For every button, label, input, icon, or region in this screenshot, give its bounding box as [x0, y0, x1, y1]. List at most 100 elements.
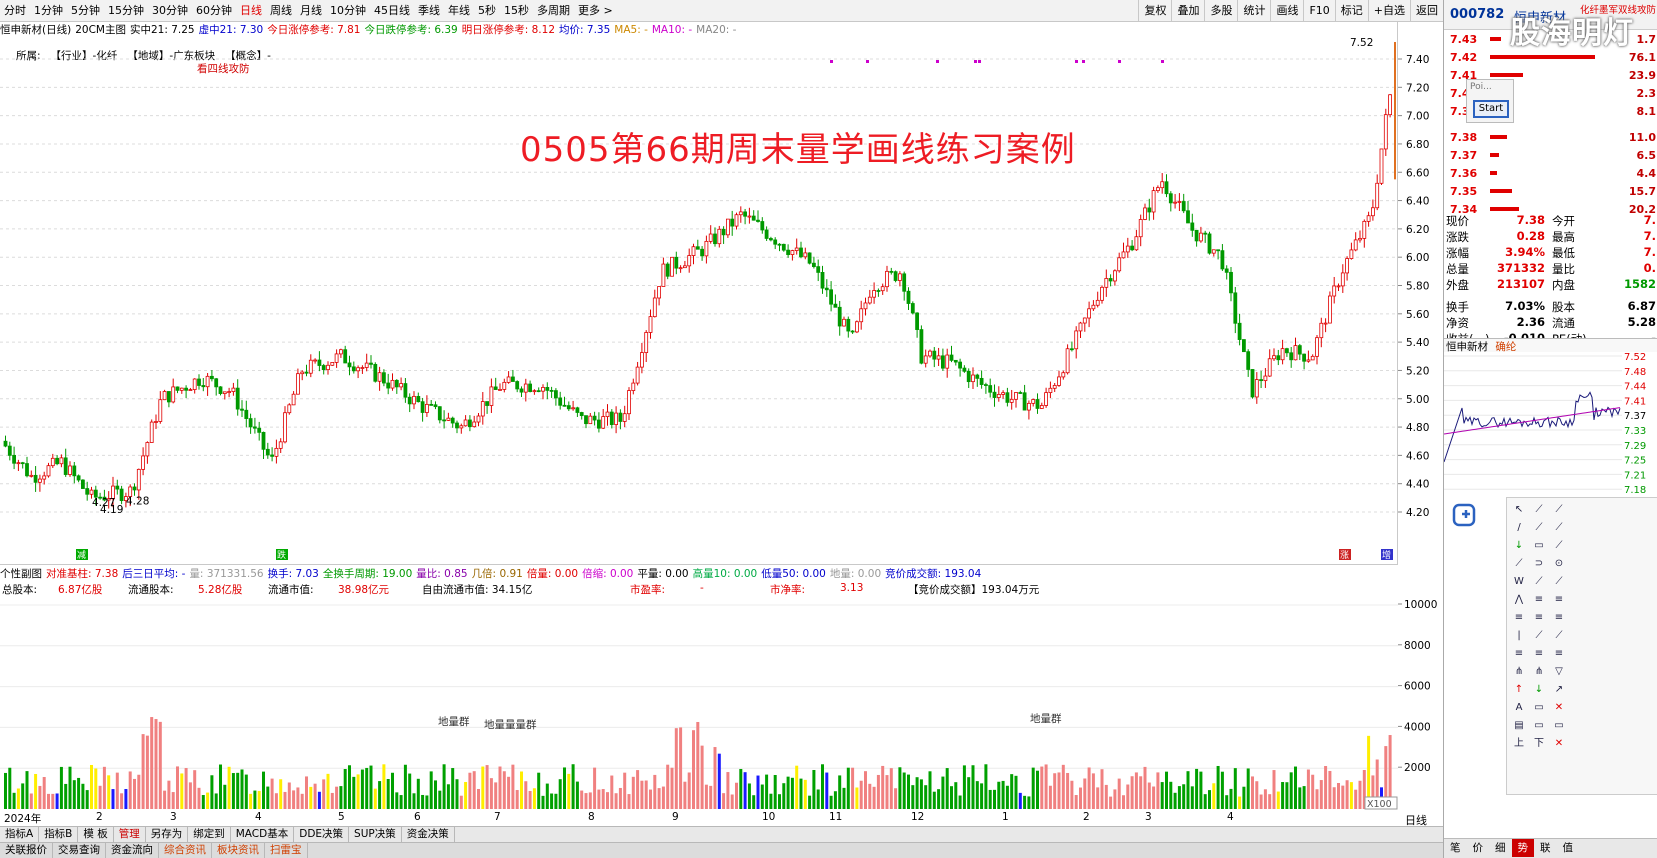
- toolbar-button-3[interactable]: 统计: [1237, 0, 1270, 22]
- drawing-tool-icon[interactable]: ⟋: [1513, 558, 1525, 570]
- drawing-tool-icon[interactable]: ↗: [1553, 684, 1565, 696]
- indicator-tab-0[interactable]: 指标A: [0, 827, 40, 842]
- drawing-tool-icon[interactable]: ≡: [1513, 612, 1525, 624]
- drawing-tool-icon[interactable]: W: [1513, 576, 1525, 588]
- drawing-tool-icon[interactable]: ≡: [1533, 612, 1545, 624]
- drawing-tool-icon[interactable]: ⋔: [1513, 666, 1525, 678]
- drawing-tool-icon[interactable]: ▭: [1553, 720, 1565, 732]
- candle: [1173, 194, 1177, 209]
- drawing-tool-icon[interactable]: ≡: [1553, 612, 1565, 624]
- drawing-tool-icon[interactable]: ≡: [1553, 594, 1565, 606]
- volume-chart[interactable]: 地量群 地量量量群 地量群 X100: [0, 565, 1398, 812]
- drawing-tool-icon[interactable]: ↑: [1513, 684, 1525, 696]
- period-tab-15[interactable]: 多周期: [533, 0, 574, 22]
- info-tab-3[interactable]: 综合资讯: [159, 843, 212, 858]
- indicator-tab-7[interactable]: DDE决策: [294, 827, 350, 842]
- drawing-tool-icon[interactable]: ⟋: [1533, 522, 1545, 534]
- period-tab-9[interactable]: 10分钟: [326, 0, 370, 22]
- period-tab-1[interactable]: 1分钟: [30, 0, 67, 22]
- drawing-tool-icon[interactable]: ⟋: [1553, 630, 1565, 642]
- period-tab-5[interactable]: 60分钟: [192, 0, 236, 22]
- toolbar-button-5[interactable]: F10: [1303, 0, 1334, 22]
- period-tab-11[interactable]: 季线: [414, 0, 444, 22]
- toolbar-button-0[interactable]: 复权: [1138, 0, 1171, 22]
- start-button[interactable]: Start: [1473, 100, 1509, 118]
- toolbar-button-8[interactable]: 返回: [1410, 0, 1443, 22]
- quote-tab-3[interactable]: 势: [1511, 839, 1534, 857]
- period-tab-8[interactable]: 月线: [296, 0, 326, 22]
- period-tab-12[interactable]: 年线: [444, 0, 474, 22]
- period-tab-6[interactable]: 日线: [236, 0, 266, 22]
- period-tab-2[interactable]: 5分钟: [67, 0, 104, 22]
- volume-bar: [51, 793, 55, 809]
- period-tab-16[interactable]: 更多 >: [574, 0, 617, 22]
- period-tab-14[interactable]: 15秒: [500, 0, 533, 22]
- drawing-tool-icon[interactable]: ⟋: [1533, 576, 1545, 588]
- drawing-tool-icon[interactable]: ▭: [1533, 720, 1545, 732]
- drawing-tool-icon[interactable]: ⟋: [1553, 504, 1565, 516]
- drawing-tool-icon[interactable]: ▭: [1533, 540, 1545, 552]
- drawing-tool-icon[interactable]: ↓: [1513, 540, 1525, 552]
- toolbar-button-4[interactable]: 画线: [1270, 0, 1303, 22]
- toolbar-button-6[interactable]: 标记: [1334, 0, 1368, 22]
- quote-tab-5[interactable]: 值: [1557, 839, 1580, 857]
- quote-tab-2[interactable]: 细: [1489, 839, 1512, 857]
- drawing-tool-icon[interactable]: ⟋: [1553, 522, 1565, 534]
- toolbar-button-2[interactable]: 多股: [1204, 0, 1237, 22]
- quote-tab-4[interactable]: 联: [1534, 839, 1557, 857]
- drawing-tool-icon[interactable]: |: [1513, 630, 1525, 642]
- quote-tab-0[interactable]: 笔: [1444, 839, 1467, 857]
- indicator-tab-4[interactable]: 另存为: [146, 827, 189, 842]
- drawing-toolbar[interactable]: ↖ ⟋ ⟋ / ⟋ ⟋ ↓ ▭ ⟋ ⟋ ⊃ ⊙ W ⟋ ⟋ ⋀ ≡ ≡ ≡ ≡ ≡ | ⟋ ⟋ ≡ ≡ ≡ ⋔ ⋔ ▽ ↑ ↓ ↗ A ▭ ✕ ▤ ▭ ▭ 上…: [1506, 497, 1657, 795]
- drawing-tool-icon[interactable]: ⊃: [1533, 558, 1545, 570]
- capture-icon[interactable]: [1451, 502, 1477, 528]
- drawing-tool-icon[interactable]: ≡: [1533, 594, 1545, 606]
- drawing-tool-icon[interactable]: /: [1513, 522, 1525, 534]
- candlestick-chart[interactable]: 7.524.27 4.284.19减跌涨增: [0, 22, 1398, 564]
- period-tab-10[interactable]: 45日线: [370, 0, 414, 22]
- drawing-tool-icon[interactable]: ▤: [1513, 720, 1525, 732]
- indicator-tab-5[interactable]: 绑定到: [188, 827, 231, 842]
- indicator-tab-2[interactable]: 模 板: [78, 827, 114, 842]
- drawing-tool-icon[interactable]: A: [1513, 702, 1525, 714]
- drawing-tool-icon[interactable]: ⟋: [1553, 540, 1565, 552]
- info-tab-5[interactable]: 扫雷宝: [265, 843, 308, 858]
- info-tab-0[interactable]: 关联报价: [0, 843, 53, 858]
- drawing-tool-icon[interactable]: ▽: [1553, 666, 1565, 678]
- toolbar-button-7[interactable]: +自选: [1367, 0, 1410, 22]
- drawing-tool-icon[interactable]: ↖: [1513, 504, 1525, 516]
- drawing-tool-icon[interactable]: ↓: [1533, 684, 1545, 696]
- drawing-tool-icon[interactable]: ⟋: [1533, 630, 1545, 642]
- period-tab-7[interactable]: 周线: [266, 0, 296, 22]
- info-tab-4[interactable]: 板块资讯: [212, 843, 265, 858]
- info-tab-1[interactable]: 交易查询: [53, 843, 106, 858]
- drawing-tool-icon[interactable]: ≡: [1533, 648, 1545, 660]
- drawing-tool-icon[interactable]: 下: [1533, 738, 1545, 750]
- quote-tab-1[interactable]: 价: [1467, 839, 1490, 857]
- period-tab-4[interactable]: 30分钟: [148, 0, 192, 22]
- drawing-tool-icon[interactable]: ⊙: [1553, 558, 1565, 570]
- period-tab-0[interactable]: 分时: [0, 0, 30, 22]
- drawing-tool-icon[interactable]: ▭: [1533, 702, 1545, 714]
- period-tab-3[interactable]: 15分钟: [104, 0, 148, 22]
- drawing-tool-icon[interactable]: ≡: [1553, 648, 1565, 660]
- info-tab-2[interactable]: 资金流向: [106, 843, 159, 858]
- indicator-tab-9[interactable]: 资金决策: [402, 827, 455, 842]
- indicator-tab-8[interactable]: SUP决策: [349, 827, 402, 842]
- volume-subchart-panel[interactable]: 地量群 地量量量群 地量群 X100 个性副图 对准基柱: 7.38 后三日平均: - 量:…: [0, 564, 1398, 811]
- stock-code[interactable]: 000782: [1450, 7, 1504, 22]
- drawing-tool-icon[interactable]: ⟋: [1553, 576, 1565, 588]
- drawing-tool-icon[interactable]: ⋔: [1533, 666, 1545, 678]
- drawing-tool-icon[interactable]: ✕: [1553, 738, 1565, 750]
- indicator-tab-3[interactable]: 管理: [114, 827, 146, 842]
- drawing-tool-icon[interactable]: ⟋: [1533, 504, 1545, 516]
- drawing-tool-icon[interactable]: ⋀: [1513, 594, 1525, 606]
- period-tab-13[interactable]: 5秒: [474, 0, 500, 22]
- indicator-tab-1[interactable]: 指标B: [39, 827, 79, 842]
- drawing-tool-icon[interactable]: ✕: [1553, 702, 1565, 714]
- main-chart-panel[interactable]: 恒申新材(日线) 20CM主图 实中21: 7.25 虚中21: 7.30 今日涨停参考…: [0, 22, 1398, 564]
- drawing-tool-icon[interactable]: ≡: [1513, 648, 1525, 660]
- indicator-tab-6[interactable]: MACD基本: [231, 827, 295, 842]
- toolbar-button-1[interactable]: 叠加: [1171, 0, 1204, 22]
- drawing-tool-icon[interactable]: 上: [1513, 738, 1525, 750]
